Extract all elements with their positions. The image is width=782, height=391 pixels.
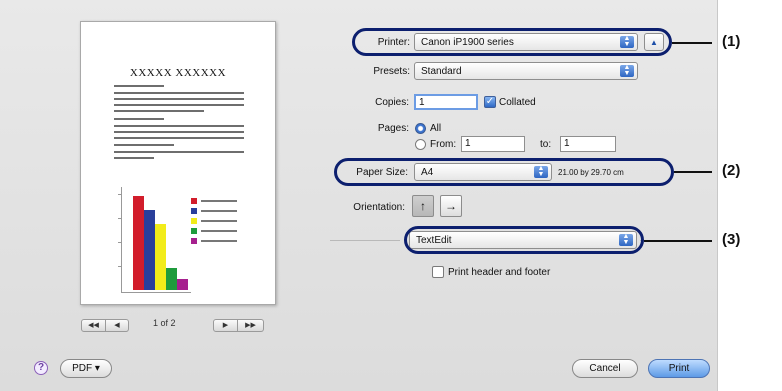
highlight-printer [352, 28, 672, 56]
print-button[interactable]: Print [648, 359, 710, 378]
highlight-paper-size [334, 158, 674, 186]
callout-line [674, 171, 712, 173]
pages-to-field[interactable]: 1 [560, 136, 616, 152]
preview-legend-line [201, 240, 237, 242]
landscape-button[interactable]: → [440, 195, 462, 217]
pager-back-group: ◀◀ ◀ [81, 318, 129, 332]
preview-chart-bar [166, 268, 177, 290]
preview-text-line [114, 131, 244, 133]
preview-text-line [114, 157, 154, 159]
preview-text-line [114, 137, 244, 139]
preview-chart-axis [121, 292, 191, 293]
preview-document-title: XXXXX XXXXXX [129, 67, 227, 79]
previous-page-icon: ◀ [114, 322, 120, 329]
pages-from-label: From: [430, 139, 457, 150]
preview-chart-axis [121, 187, 122, 292]
pages-to-label: to: [540, 139, 552, 150]
preview-legend-line [201, 230, 237, 232]
pdf-label: PDF ▾ [72, 363, 100, 374]
preview-legend-swatch [191, 218, 197, 224]
preview-legend-line [201, 210, 237, 212]
print-label: Print [668, 363, 690, 374]
preview-text-line [114, 98, 244, 100]
preview-text-line [114, 144, 174, 146]
header-footer-checkbox[interactable] [432, 266, 444, 278]
help-button[interactable]: ? [34, 361, 48, 375]
help-icon: ? [37, 362, 45, 373]
copies-label: Copies: [375, 97, 409, 108]
preview-chart-bar [133, 196, 144, 290]
preview-chart-tick [118, 194, 122, 195]
copies-field[interactable]: 1 [414, 94, 478, 110]
page-preview: XXXXX XXXXXX [80, 21, 276, 305]
pages-all-radio[interactable] [415, 123, 426, 134]
portrait-button[interactable]: ↑ [412, 195, 434, 217]
preview-chart-bar [155, 224, 166, 290]
separator [330, 240, 400, 241]
page-indicator: 1 of 2 [153, 318, 176, 328]
presets-label: Presets: [373, 66, 410, 77]
preview-legend-line [201, 200, 237, 202]
highlight-panel [404, 226, 644, 254]
cancel-button[interactable]: Cancel [572, 359, 638, 378]
preview-chart-tick [118, 242, 122, 243]
callout-2: (2) [722, 162, 741, 179]
next-page-button[interactable]: ▶ [213, 318, 238, 332]
presets-value: Standard [421, 65, 462, 77]
next-page-icon: ▶ [222, 322, 229, 329]
popup-arrows-icon: ▲ ▼ [620, 64, 634, 77]
pager-forward-group: ▶ ▶▶ [213, 318, 264, 332]
preview-chart-bar [144, 210, 155, 290]
preview-text-line [114, 104, 244, 106]
preview-chart-tick [118, 266, 122, 267]
callout-line [644, 240, 712, 242]
collated-checkbox[interactable]: ✓ [484, 96, 496, 108]
print-dialog: XXXXX XXXXXX ◀◀ ◀ 1 of 2 ▶ ▶▶ Printer: C… [0, 0, 718, 391]
last-page-button[interactable]: ▶▶ [238, 318, 264, 332]
cancel-label: Cancel [589, 363, 621, 374]
callout-line [672, 42, 712, 44]
landscape-icon: → [445, 199, 457, 213]
pages-from-field[interactable]: 1 [461, 136, 525, 152]
pages-label: Pages: [377, 123, 409, 134]
preview-text-line [114, 125, 244, 127]
preview-legend-swatch [191, 228, 197, 234]
previous-page-button[interactable]: ◀ [106, 318, 129, 332]
preview-legend-line [201, 220, 237, 222]
preview-text-line [114, 85, 164, 87]
preview-text-line [114, 118, 164, 120]
callout-3: (3) [722, 231, 741, 248]
preview-chart-bar [177, 279, 188, 290]
pages-from-radio[interactable] [415, 139, 426, 150]
collated-label: Collated [499, 97, 536, 108]
first-page-button[interactable]: ◀◀ [81, 318, 106, 332]
preview-legend-swatch [191, 198, 197, 204]
portrait-icon: ↑ [420, 199, 426, 213]
preview-text-line [114, 151, 244, 153]
orientation-label: Orientation: [353, 202, 405, 213]
preview-legend-swatch [191, 208, 197, 214]
pages-all-label: All [430, 123, 442, 134]
preview-text-line [114, 110, 204, 112]
preview-text-line [114, 92, 244, 94]
first-page-icon: ◀◀ [88, 322, 99, 329]
presets-popup[interactable]: Standard ▲ ▼ [414, 62, 638, 80]
preview-legend-swatch [191, 238, 197, 244]
header-footer-label: Print header and footer [448, 267, 551, 278]
pdf-button[interactable]: PDF ▾ [60, 359, 112, 378]
preview-chart-tick [118, 218, 122, 219]
last-page-icon: ▶▶ [245, 322, 256, 329]
callout-1: (1) [722, 33, 741, 50]
